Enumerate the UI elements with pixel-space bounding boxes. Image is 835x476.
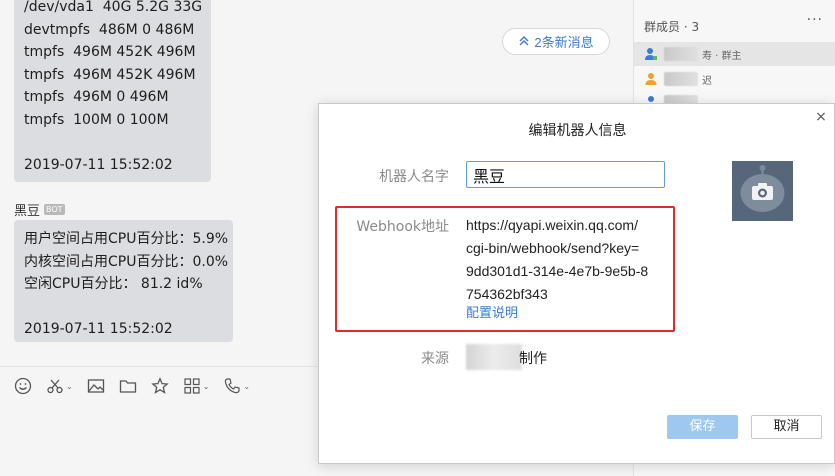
robot-camera-icon [732,161,793,221]
chat-toolbar: ⌄ ⌄ ⌄ [14,375,264,397]
user-icon [645,73,657,85]
robot-name-label: 机器人名字 [379,169,449,185]
webhook-url-line: cgi-bin/webhook/send?key= [466,240,640,256]
message-line: 用户空间占用CPU百分比：5.9% [24,231,229,247]
source-value: 制作 [519,351,547,367]
user-admin-icon [645,48,657,60]
source-redacted [466,344,522,370]
member-role: 寿 · 群主 [702,50,742,62]
emoji-icon[interactable] [14,377,32,395]
webhook-label: Webhook地址 [356,219,449,235]
close-icon[interactable]: × [814,110,828,124]
config-instructions-link[interactable]: 配置说明 [466,302,518,321]
member-item[interactable]: 寿 · 群主 [634,42,835,66]
star-icon[interactable] [150,377,169,395]
cancel-button[interactable]: 取消 [751,415,822,439]
members-header: 群成员 · 3 [644,20,700,34]
message-timestamp: 2019-07-11 15:52:02 [24,321,173,337]
webhook-url[interactable]: https://qyapi.weixin.qq.com/ cgi-bin/web… [466,214,671,306]
bot-badge: BOT [44,204,65,215]
message-line: devtmpfs 486M 0 486M [24,21,195,38]
image-icon[interactable] [87,377,105,395]
robot-name-input[interactable] [466,161,665,188]
source-label: 来源 [421,351,449,367]
webhook-url-line: https://qyapi.weixin.qq.com/ [466,217,638,233]
member-name-redacted [664,47,698,61]
new-messages-label: 2条新消息 [534,35,594,50]
message-line: 内核空间占用CPU百分比：0.0% [24,253,229,270]
message-bubble: 用户空间占用CPU百分比：5.9% 内核空间占用CPU百分比：0.0% 空闲CP… [14,220,233,342]
message-timestamp: 2019-07-11 15:52:02 [24,156,173,173]
message-line: tmpfs 496M 452K 496M [24,44,196,60]
dialog-title: 编辑机器人信息 [528,123,627,139]
message-line: 空闲CPU百分比： 81.2 id% [24,276,203,292]
chevron-down-icon: ⌄ [243,381,251,391]
new-messages-button[interactable]: 2条新消息 [502,28,610,55]
member-item[interactable]: 迟 [634,67,835,91]
webhook-url-line: 9dd301d1-314e-4e7b-9e5b-8 [466,263,649,279]
apps-icon[interactable]: ⌄ [183,377,210,395]
member-name-tail: 迟 [702,75,712,87]
message-line: tmpfs 496M 452K 496M [24,66,196,83]
double-chevron-up-icon [518,34,530,49]
edit-robot-dialog: 编辑机器人信息 × 机器人名字 Webhook地址 https://qyapi.… [318,103,835,464]
message-line: tmpfs 100M 0 100M [24,111,169,128]
scissors-icon[interactable]: ⌄ [46,377,73,395]
chevron-down-icon: ⌄ [202,381,210,391]
save-button[interactable]: 保存 [667,415,738,439]
chevron-down-icon: ⌄ [66,381,73,391]
folder-icon[interactable] [119,377,137,395]
message-bubble: /dev/vda1 40G 5.2G 33G devtmpfs 486M 0 4… [14,0,211,182]
more-icon[interactable]: ··· [807,12,823,28]
message-line: /dev/vda1 40G 5.2G 33G [24,0,203,15]
message-sender[interactable]: 黑豆 BOT [14,200,65,219]
message-line: tmpfs 496M 0 496M [24,89,169,105]
phone-icon[interactable]: ⌄ [223,377,250,395]
message-line [24,296,223,319]
sender-name[interactable]: 黑豆 [14,200,40,219]
member-name-redacted [664,72,698,86]
robot-avatar[interactable] [732,161,793,221]
message-line [24,131,201,154]
